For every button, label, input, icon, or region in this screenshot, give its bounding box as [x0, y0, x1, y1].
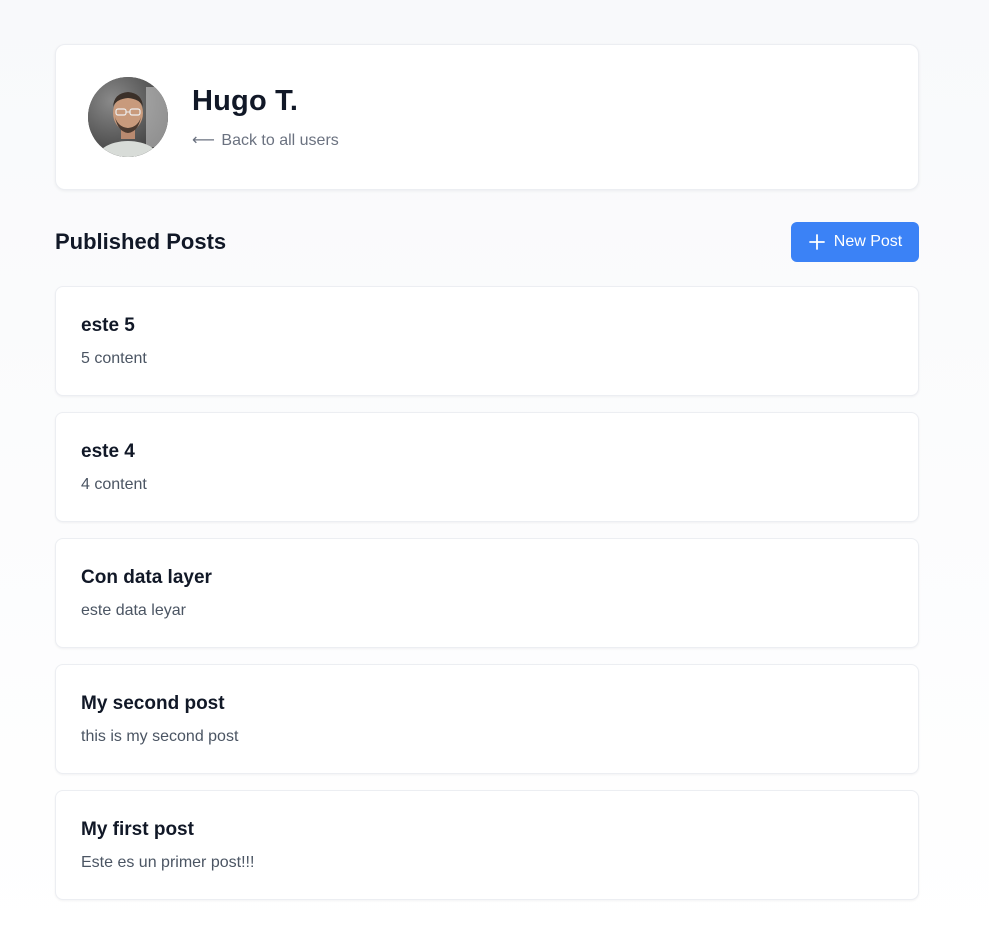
post-title: este 5	[81, 315, 135, 336]
post-content: este data leyar	[81, 602, 186, 619]
post-content: Este es un primer post!!!	[81, 854, 255, 871]
new-post-button[interactable]: New Post	[791, 222, 919, 262]
post-title: My second post	[81, 693, 225, 714]
post-content: 4 content	[81, 476, 147, 493]
published-posts-heading: Published Posts	[55, 229, 227, 254]
post-title: Con data layer	[81, 567, 212, 588]
post-list: este 5 5 content este 4 4 content Con da…	[55, 286, 919, 916]
page: Hugo T. ⟵ Back to all users Published Po…	[0, 0, 989, 947]
left-arrow-icon: ⟵	[192, 132, 215, 149]
post-card[interactable]: My first post Este es un primer post!!!	[55, 790, 919, 900]
back-to-all-users-link[interactable]: ⟵ Back to all users	[192, 130, 339, 150]
post-card[interactable]: Con data layer este data leyar	[55, 538, 919, 648]
user-name: Hugo T.	[192, 85, 299, 117]
plus-icon	[808, 233, 826, 251]
profile-card: Hugo T. ⟵ Back to all users	[55, 44, 919, 190]
new-post-label: New Post	[833, 233, 903, 250]
post-card[interactable]: My second post this is my second post	[55, 664, 919, 774]
post-title: My first post	[81, 819, 194, 840]
user-avatar-image	[88, 77, 168, 157]
post-title: este 4	[81, 441, 135, 462]
post-card[interactable]: este 4 4 content	[55, 412, 919, 522]
post-card[interactable]: este 5 5 content	[55, 286, 919, 396]
post-content: this is my second post	[81, 728, 239, 745]
post-content: 5 content	[81, 350, 147, 367]
avatar	[88, 77, 168, 157]
back-link-label: Back to all users	[221, 132, 339, 149]
